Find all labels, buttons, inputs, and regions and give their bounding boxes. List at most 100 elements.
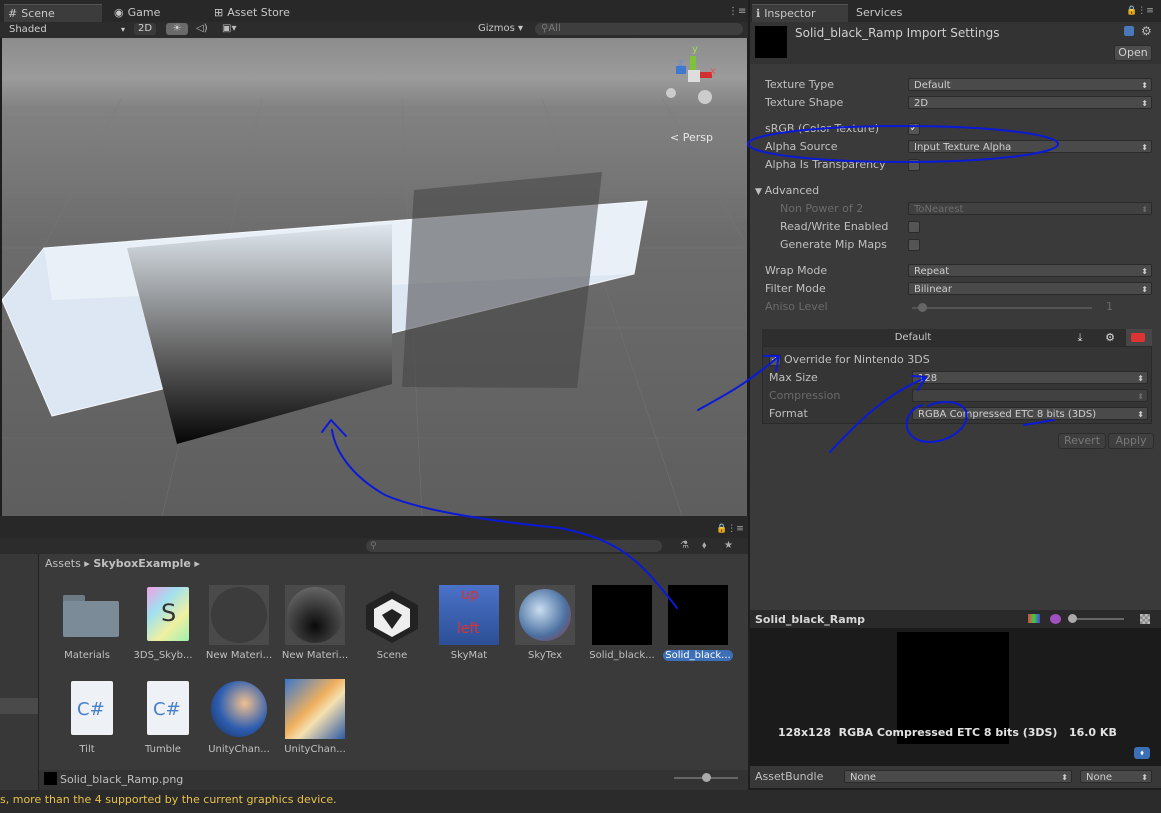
asset-scene[interactable]: Scene	[357, 585, 427, 661]
asset-unitychan-2[interactable]: UnityChan...	[280, 679, 350, 755]
platform-tab-standalone[interactable]: ⤓	[1066, 329, 1094, 346]
max-size-label: Max Size	[769, 371, 818, 384]
filter-type-icon[interactable]: ⚗	[680, 540, 689, 551]
texture-shape-dropdown[interactable]: 2D ⬍	[908, 96, 1152, 109]
asset-tilt-script[interactable]: C# Tilt	[52, 679, 122, 755]
texture-preview-icon	[755, 26, 787, 58]
android-icon: ⚙	[1105, 331, 1115, 344]
selected-file-path: Solid_black_Ramp.png	[60, 773, 184, 786]
aniso-level-label: Aniso Level	[765, 300, 828, 313]
asset-solid-black-1[interactable]: Solid_black...	[587, 585, 657, 661]
aniso-level-slider	[912, 303, 1092, 312]
orientation-gizmo[interactable]: y x z	[662, 44, 722, 118]
open-button[interactable]: Open	[1114, 45, 1152, 61]
gizmos-dropdown[interactable]: Gizmos ▾	[478, 23, 523, 34]
unitychan-sphere-thumbnail	[209, 679, 269, 739]
asset-skytex[interactable]: SkyTex	[510, 585, 580, 661]
project-header	[0, 516, 748, 538]
scene-search-input[interactable]: ⚲All	[535, 23, 743, 35]
gizmo-axis-y: y	[692, 44, 698, 55]
thumbnail-size-slider[interactable]	[674, 773, 738, 782]
tab-scene[interactable]: # Scene	[4, 4, 102, 23]
asset-unitychan-1[interactable]: UnityChan...	[204, 679, 274, 755]
asset-materials[interactable]: Materials	[52, 585, 122, 661]
help-icon[interactable]	[1124, 26, 1134, 36]
override-checkbox[interactable]: ✓	[769, 354, 781, 366]
shading-dropdown[interactable]: Shaded ▾	[4, 23, 128, 36]
asset-new-material-2[interactable]: New Materi...	[280, 585, 350, 661]
format-dropdown[interactable]: RGBA Compressed ETC 8 bits (3DS) ⬍	[912, 407, 1148, 420]
foldout-arrow-icon: ▼	[755, 187, 765, 197]
project-search-input[interactable]: ⚲	[366, 540, 662, 552]
info-icon: ℹ	[756, 7, 761, 20]
advanced-foldout[interactable]: ▼ Advanced	[755, 184, 819, 197]
persp-label[interactable]: < Persp	[670, 131, 713, 144]
inspector-title: Solid_black_Ramp Import Settings	[795, 26, 1000, 40]
breadcrumb-assets[interactable]: Assets	[45, 557, 81, 570]
tab-services[interactable]: Services	[852, 4, 936, 22]
effects-toggle-icon[interactable]: ▣▾	[222, 23, 236, 34]
assetbundle-variant-dropdown[interactable]: None ⬍	[1080, 770, 1152, 783]
alpha-channel-icon[interactable]	[1050, 614, 1061, 624]
tab-asset-store[interactable]: ⊞ Asset Store	[210, 4, 324, 22]
black-texture-thumbnail	[592, 585, 652, 645]
asset-solid-black-ramp-selected[interactable]: Solid_black...	[663, 585, 733, 661]
assetbundle-label: AssetBundle	[755, 770, 824, 783]
scene-viewport[interactable]: y x z < Persp	[2, 38, 747, 516]
mip-maps-checkbox[interactable]	[908, 239, 920, 251]
platform-tab-android[interactable]: ⚙	[1096, 329, 1124, 346]
selected-file-icon	[44, 772, 57, 785]
alpha-transparency-checkbox[interactable]	[908, 159, 920, 171]
project-menu-icon[interactable]: 🔒⋮≡	[716, 524, 744, 534]
srgb-checkbox[interactable]: ✓	[908, 123, 920, 135]
skymat-thumbnail: up left	[439, 585, 499, 645]
asset-label-tag-icon[interactable]: ⬧	[1134, 747, 1150, 759]
texture-type-dropdown[interactable]: Default ⬍	[908, 78, 1152, 91]
platform-tab-default[interactable]: Default	[762, 329, 1064, 346]
asset-skymat[interactable]: up left SkyMat	[434, 585, 504, 661]
format-label: Format	[769, 407, 808, 420]
status-message: s, more than the 4 supported by the curr…	[0, 793, 337, 806]
folder-icon	[57, 585, 119, 645]
platform-tab-3ds[interactable]	[1126, 329, 1152, 346]
mode-2d-button[interactable]: 2D	[134, 23, 156, 35]
asset-3ds-skybox-shader[interactable]: S 3DS_Skyb...	[128, 585, 198, 661]
project-folder-tree[interactable]	[0, 554, 39, 790]
skytex-thumbnail	[515, 585, 575, 645]
non-power-of-2-label: Non Power of 2	[780, 202, 864, 215]
srgb-label: sRGB (Color Texture)	[765, 122, 880, 135]
audio-toggle-icon[interactable]: ◁)	[196, 23, 208, 34]
inspector-lock-icon[interactable]: 🔒⋮≡	[1126, 6, 1154, 16]
tab-inspector[interactable]: ℹ Inspector	[752, 4, 848, 23]
filter-mode-dropdown[interactable]: Bilinear ⬍	[908, 282, 1152, 295]
breadcrumb-folder[interactable]: SkyboxExample	[93, 557, 191, 570]
asset-tumble-script[interactable]: C# Tumble	[128, 679, 198, 755]
wrap-mode-label: Wrap Mode	[765, 264, 828, 277]
settings-gear-icon[interactable]: ⚙	[1141, 24, 1152, 38]
read-write-checkbox[interactable]	[908, 221, 920, 233]
tab-game[interactable]: ◉ Game	[110, 4, 204, 22]
checker-icon[interactable]	[1140, 614, 1150, 624]
alpha-transparency-label: Alpha Is Transparency	[765, 158, 886, 171]
black-texture-thumbnail	[668, 585, 728, 645]
scene-menu-icon[interactable]: ⋮≡	[728, 6, 746, 17]
unity-logo-icon	[362, 585, 422, 645]
store-icon: ⊞	[214, 6, 224, 19]
asset-new-material-1[interactable]: New Materi...	[204, 585, 274, 661]
breadcrumb: Assets ▸ SkyboxExample ▸	[45, 557, 200, 570]
max-size-dropdown[interactable]: 128 ⬍	[912, 371, 1148, 384]
lighting-toggle-icon[interactable]: ☀	[166, 23, 188, 35]
filter-label-icon[interactable]: ⬧	[702, 540, 707, 551]
revert-button[interactable]: Revert	[1058, 433, 1106, 449]
alpha-source-dropdown[interactable]: Input Texture Alpha ⬍	[908, 140, 1152, 153]
search-icon: ⚲	[370, 541, 377, 551]
inspector-panel	[750, 22, 1161, 610]
filter-mode-label: Filter Mode	[765, 282, 826, 295]
preview-info: 128x128 RGBA Compressed ETC 8 bits (3DS)…	[778, 726, 1117, 739]
mip-slider[interactable]	[1068, 614, 1124, 623]
wrap-mode-dropdown[interactable]: Repeat ⬍	[908, 264, 1152, 277]
favorites-star-icon[interactable]: ★	[724, 540, 733, 551]
rgb-channel-icon[interactable]	[1028, 614, 1040, 623]
assetbundle-name-dropdown[interactable]: None ⬍	[844, 770, 1072, 783]
apply-button[interactable]: Apply	[1108, 433, 1154, 449]
